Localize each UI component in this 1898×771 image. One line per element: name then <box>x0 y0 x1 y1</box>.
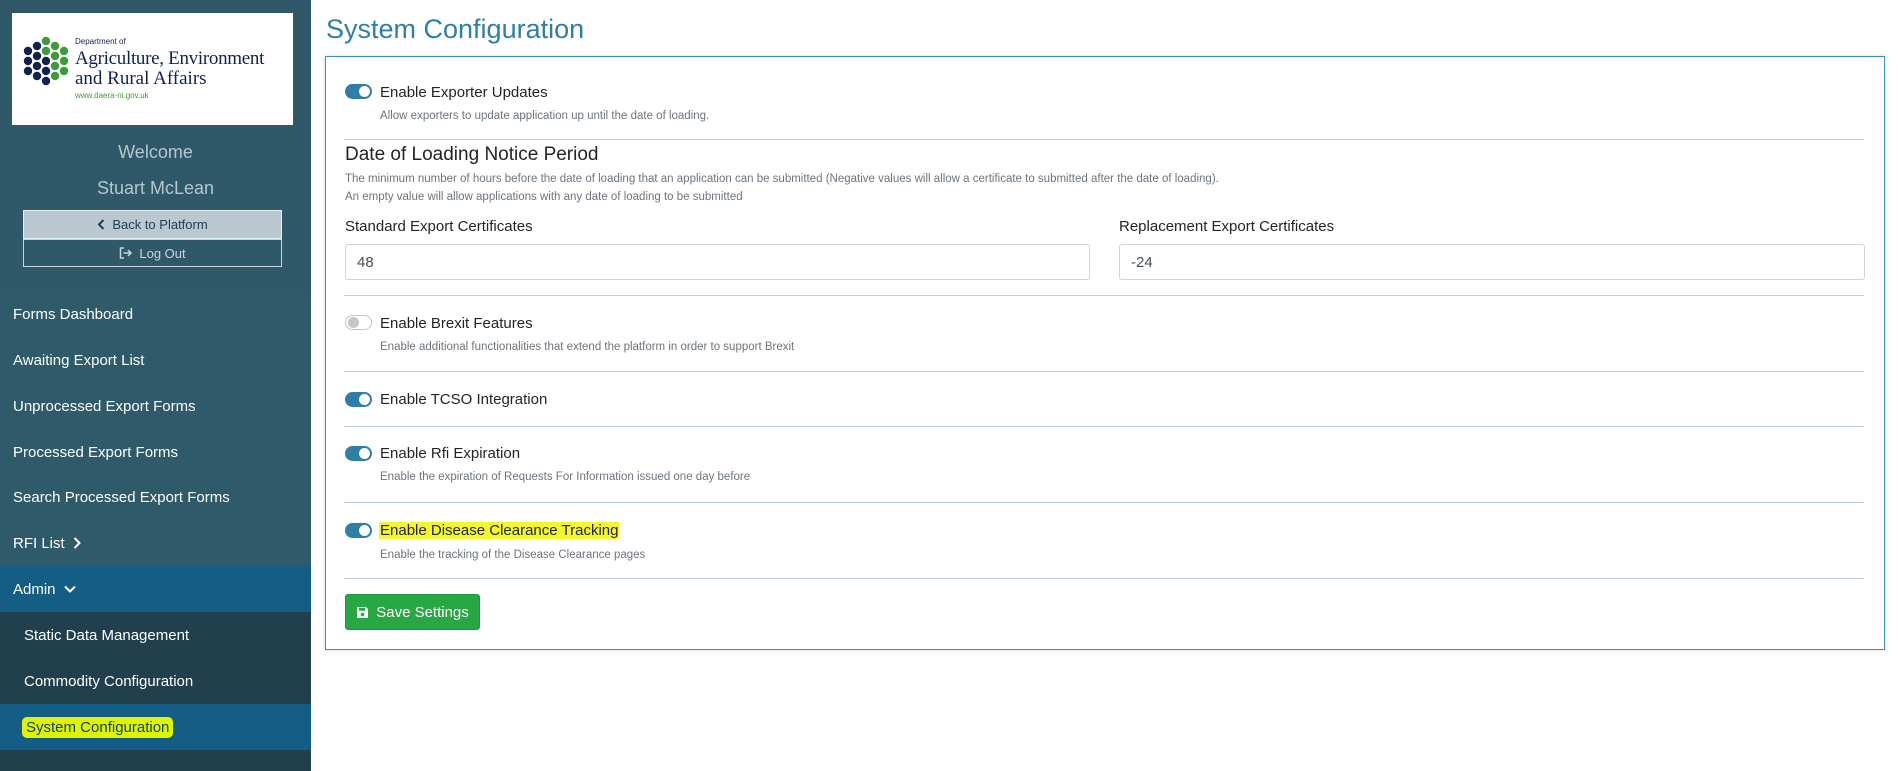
nav-label: Admin <box>13 580 56 598</box>
daera-logo: Department of Agriculture, Environment a… <box>12 13 293 125</box>
nav-search-processed-export-forms[interactable]: Search Processed Export Forms <box>0 474 311 520</box>
logo-department-of: Department of <box>75 37 126 46</box>
chevron-right-icon <box>73 537 81 549</box>
logo-title-line2: and Rural Affairs <box>75 68 207 89</box>
nav-label: Unprocessed Export Forms <box>13 397 196 415</box>
nav-label: Processed Export Forms <box>13 443 179 461</box>
rfi-expiration-toggle[interactable] <box>345 446 372 461</box>
divider <box>344 371 1864 372</box>
logo-url: www.daera-ni.gov.uk <box>75 91 149 100</box>
page-title: System Configuration <box>326 14 585 44</box>
chevron-left-icon <box>97 219 105 230</box>
nav-commodity-configuration[interactable]: Commodity Configuration <box>0 658 311 704</box>
disease-clearance-desc: Enable the tracking of the Disease Clear… <box>380 549 646 561</box>
nav-unprocessed-export-forms[interactable]: Unprocessed Export Forms <box>0 383 311 429</box>
nav-label: Search Processed Export Forms <box>13 488 230 506</box>
notice-period-title: Date of Loading Notice Period <box>345 144 599 165</box>
nav-rfi-list[interactable]: RFI List <box>0 520 311 566</box>
standard-certs-input[interactable]: 48 <box>345 244 1090 280</box>
nav-more-item-cut-off[interactable] <box>0 750 311 771</box>
rfi-expiration-title: Enable Rfi Expiration <box>380 445 521 462</box>
exporter-updates-title: Enable Exporter Updates <box>380 84 548 101</box>
save-settings-label: Save Settings <box>376 603 469 621</box>
nav-awaiting-export-list[interactable]: Awaiting Export List <box>0 337 311 383</box>
nav-label: Static Data Management <box>24 626 190 644</box>
rfi-expiration-desc: Enable the expiration of Requests For In… <box>380 471 751 483</box>
brexit-features-desc: Enable additional functionalities that e… <box>380 341 795 353</box>
welcome-text: Welcome <box>118 142 193 162</box>
divider <box>344 502 1864 503</box>
nav-label: Awaiting Export List <box>13 351 145 369</box>
nav-admin[interactable]: Admin <box>0 566 311 612</box>
nav-label: System Configuration <box>24 718 172 736</box>
save-icon <box>357 606 369 618</box>
logo-emblem-icon <box>23 36 69 86</box>
nav-system-configuration[interactable]: System Configuration <box>0 704 311 750</box>
nav-forms-dashboard[interactable]: Forms Dashboard <box>0 291 311 337</box>
divider <box>344 578 1864 579</box>
chevron-down-icon <box>63 585 76 593</box>
nav-static-data-management[interactable]: Static Data Management <box>0 612 311 658</box>
nav-processed-export-forms[interactable]: Processed Export Forms <box>0 429 311 475</box>
disease-clearance-toggle[interactable] <box>345 523 372 538</box>
replacement-certs-label: Replacement Export Certificates <box>1119 218 1335 235</box>
divider <box>344 139 1864 140</box>
divider <box>344 295 1864 296</box>
back-to-platform-label: Back to Platform <box>112 217 208 232</box>
exporter-updates-toggle[interactable] <box>345 84 372 99</box>
tcso-integration-toggle[interactable] <box>345 392 372 407</box>
highlighted-text: Enable Disease Clearance Tracking <box>379 522 620 539</box>
nav-label: RFI List <box>13 534 65 552</box>
nav-label: Forms Dashboard <box>13 305 134 323</box>
sign-out-icon <box>120 247 133 259</box>
save-settings-button[interactable]: Save Settings <box>345 594 480 630</box>
logo-title-line1: Agriculture, Environment <box>75 48 265 69</box>
brexit-features-toggle[interactable] <box>345 315 372 330</box>
replacement-certs-input[interactable]: -24 <box>1119 244 1865 280</box>
nav-label: Commodity Configuration <box>24 672 194 690</box>
notice-period-desc-2: An empty value will allow applications w… <box>345 191 743 203</box>
divider <box>344 426 1864 427</box>
sidebar: Department of Agriculture, Environment a… <box>0 0 311 771</box>
user-name: Stuart McLean <box>96 178 215 198</box>
notice-period-desc-1: The minimum number of hours before the d… <box>345 173 1219 185</box>
logout-button[interactable]: Log Out <box>23 239 282 267</box>
exporter-updates-desc: Allow exporters to update application up… <box>380 110 710 122</box>
back-to-platform-button[interactable]: Back to Platform <box>23 210 282 239</box>
logout-label: Log Out <box>139 245 186 261</box>
standard-certs-label: Standard Export Certificates <box>345 218 533 235</box>
brexit-features-title: Enable Brexit Features <box>380 315 533 332</box>
tcso-integration-title: Enable TCSO Integration <box>380 391 548 408</box>
disease-clearance-title: Enable Disease Clearance Tracking <box>379 522 620 539</box>
